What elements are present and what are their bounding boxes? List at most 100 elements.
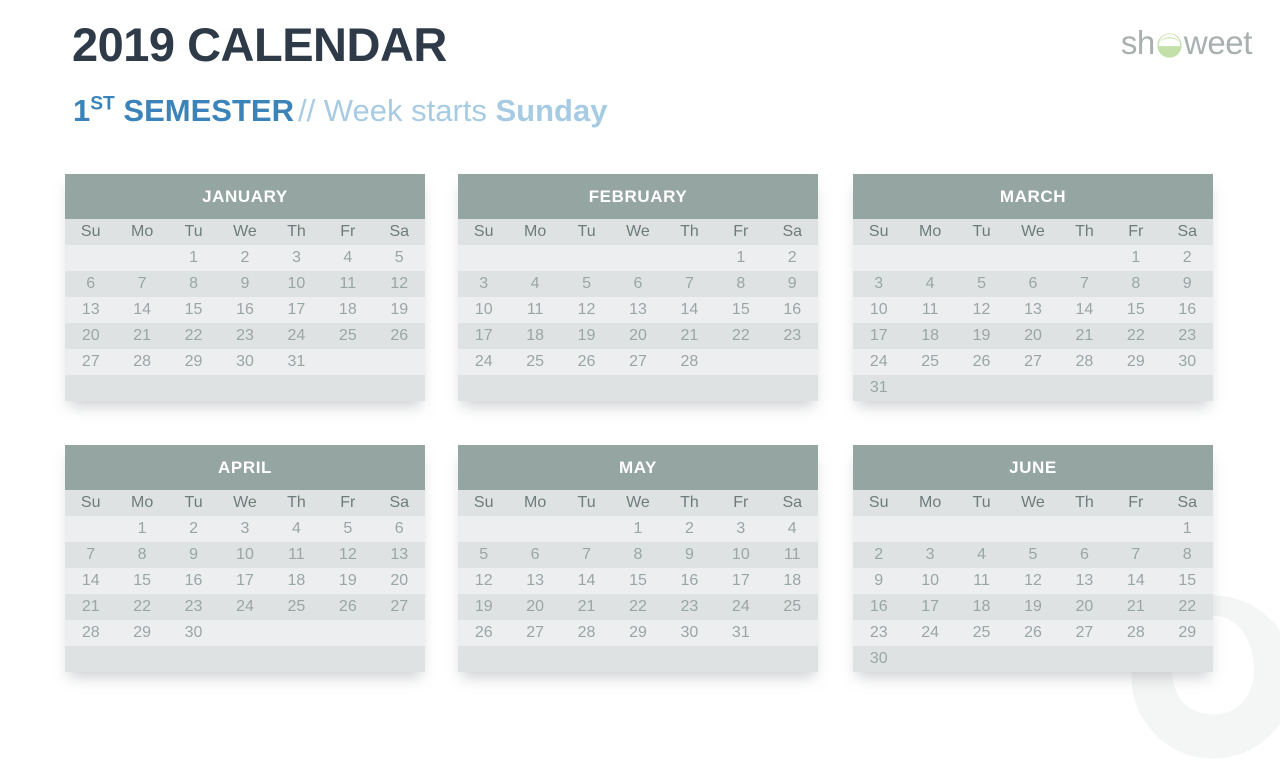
day-cell[interactable]: 23: [853, 620, 904, 646]
day-cell[interactable]: 11: [956, 568, 1007, 594]
day-cell[interactable]: [715, 349, 766, 375]
day-cell[interactable]: 7: [1059, 271, 1110, 297]
day-cell[interactable]: 8: [168, 271, 219, 297]
day-cell[interactable]: 19: [458, 594, 509, 620]
day-cell[interactable]: [767, 646, 818, 672]
day-cell[interactable]: [904, 516, 955, 542]
day-cell[interactable]: [65, 646, 116, 672]
day-cell[interactable]: [458, 375, 509, 401]
day-cell[interactable]: 22: [168, 323, 219, 349]
day-cell[interactable]: 13: [65, 297, 116, 323]
day-cell[interactable]: 8: [715, 271, 766, 297]
day-cell[interactable]: 19: [374, 297, 425, 323]
day-cell[interactable]: [509, 245, 560, 271]
day-cell[interactable]: 7: [65, 542, 116, 568]
day-cell[interactable]: 21: [664, 323, 715, 349]
day-cell[interactable]: [219, 620, 270, 646]
day-cell[interactable]: 22: [1110, 323, 1161, 349]
day-cell[interactable]: 19: [561, 323, 612, 349]
day-cell[interactable]: 21: [1059, 323, 1110, 349]
day-cell[interactable]: 1: [168, 245, 219, 271]
day-cell[interactable]: 14: [1110, 568, 1161, 594]
day-cell[interactable]: [561, 516, 612, 542]
day-cell[interactable]: [1110, 516, 1161, 542]
day-cell[interactable]: 20: [509, 594, 560, 620]
day-cell[interactable]: 12: [374, 271, 425, 297]
day-cell[interactable]: [509, 516, 560, 542]
day-cell[interactable]: 15: [116, 568, 167, 594]
day-cell[interactable]: [322, 620, 373, 646]
day-cell[interactable]: [1007, 375, 1058, 401]
day-cell[interactable]: 28: [116, 349, 167, 375]
day-cell[interactable]: 25: [767, 594, 818, 620]
day-cell[interactable]: 24: [219, 594, 270, 620]
day-cell[interactable]: 2: [767, 245, 818, 271]
day-cell[interactable]: 27: [509, 620, 560, 646]
day-cell[interactable]: 15: [1162, 568, 1213, 594]
day-cell[interactable]: 13: [1007, 297, 1058, 323]
day-cell[interactable]: 10: [458, 297, 509, 323]
day-cell[interactable]: 5: [458, 542, 509, 568]
day-cell[interactable]: [956, 245, 1007, 271]
day-cell[interactable]: 18: [956, 594, 1007, 620]
day-cell[interactable]: 22: [715, 323, 766, 349]
day-cell[interactable]: 6: [374, 516, 425, 542]
day-cell[interactable]: 20: [612, 323, 663, 349]
day-cell[interactable]: 11: [509, 297, 560, 323]
day-cell[interactable]: [322, 646, 373, 672]
day-cell[interactable]: 27: [65, 349, 116, 375]
day-cell[interactable]: 3: [853, 271, 904, 297]
day-cell[interactable]: 23: [168, 594, 219, 620]
day-cell[interactable]: [374, 620, 425, 646]
day-cell[interactable]: [1059, 375, 1110, 401]
day-cell[interactable]: [904, 646, 955, 672]
day-cell[interactable]: 2: [664, 516, 715, 542]
day-cell[interactable]: [1162, 646, 1213, 672]
day-cell[interactable]: 8: [1110, 271, 1161, 297]
day-cell[interactable]: 9: [219, 271, 270, 297]
day-cell[interactable]: 6: [65, 271, 116, 297]
day-cell[interactable]: 5: [956, 271, 1007, 297]
day-cell[interactable]: 3: [458, 271, 509, 297]
day-cell[interactable]: [561, 375, 612, 401]
day-cell[interactable]: [509, 646, 560, 672]
day-cell[interactable]: 16: [219, 297, 270, 323]
day-cell[interactable]: [904, 375, 955, 401]
day-cell[interactable]: 18: [767, 568, 818, 594]
day-cell[interactable]: [374, 375, 425, 401]
day-cell[interactable]: 17: [271, 297, 322, 323]
day-cell[interactable]: 20: [1059, 594, 1110, 620]
day-cell[interactable]: [65, 245, 116, 271]
day-cell[interactable]: 22: [116, 594, 167, 620]
day-cell[interactable]: 12: [322, 542, 373, 568]
day-cell[interactable]: 29: [1162, 620, 1213, 646]
day-cell[interactable]: 1: [1110, 245, 1161, 271]
day-cell[interactable]: [664, 375, 715, 401]
day-cell[interactable]: 12: [458, 568, 509, 594]
day-cell[interactable]: 7: [116, 271, 167, 297]
day-cell[interactable]: 4: [509, 271, 560, 297]
day-cell[interactable]: 12: [561, 297, 612, 323]
day-cell[interactable]: [956, 516, 1007, 542]
day-cell[interactable]: 16: [168, 568, 219, 594]
day-cell[interactable]: [561, 646, 612, 672]
day-cell[interactable]: 2: [853, 542, 904, 568]
day-cell[interactable]: 20: [1007, 323, 1058, 349]
day-cell[interactable]: 29: [1110, 349, 1161, 375]
day-cell[interactable]: 2: [168, 516, 219, 542]
day-cell[interactable]: 10: [219, 542, 270, 568]
day-cell[interactable]: 31: [853, 375, 904, 401]
day-cell[interactable]: 4: [904, 271, 955, 297]
day-cell[interactable]: 27: [1007, 349, 1058, 375]
day-cell[interactable]: [767, 375, 818, 401]
day-cell[interactable]: [1059, 245, 1110, 271]
day-cell[interactable]: 10: [715, 542, 766, 568]
day-cell[interactable]: 31: [715, 620, 766, 646]
day-cell[interactable]: 6: [1059, 542, 1110, 568]
day-cell[interactable]: 16: [664, 568, 715, 594]
day-cell[interactable]: 26: [1007, 620, 1058, 646]
day-cell[interactable]: 12: [956, 297, 1007, 323]
day-cell[interactable]: 26: [374, 323, 425, 349]
day-cell[interactable]: [612, 375, 663, 401]
day-cell[interactable]: 29: [116, 620, 167, 646]
